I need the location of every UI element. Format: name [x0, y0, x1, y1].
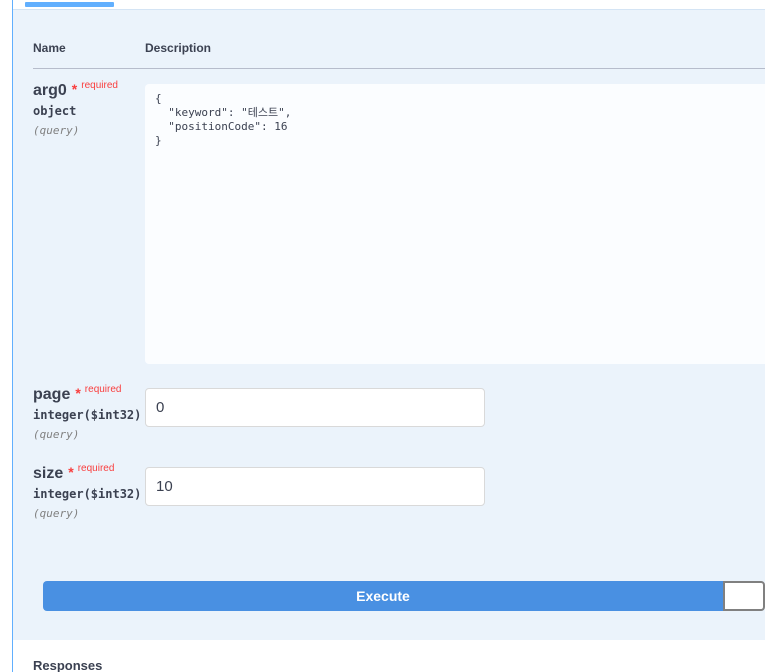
- param-name-label: size: [33, 465, 64, 482]
- arg0-json-textarea[interactable]: { "keyword": "테스트", "positionCode": 16 }: [145, 84, 765, 364]
- page-input[interactable]: [145, 388, 485, 427]
- column-header-name: Name: [33, 41, 66, 55]
- param-type-page: integer($int32): [33, 408, 142, 422]
- responses-section: Responses: [13, 640, 765, 672]
- required-star: *: [75, 385, 81, 401]
- param-name-arg0: arg0 * required: [33, 80, 118, 100]
- param-name-label: page: [33, 386, 71, 403]
- page: Name Description arg0 * required object (q…: [0, 0, 765, 672]
- opblock-body: Name Description arg0 * required object (q…: [13, 0, 765, 640]
- column-header-description: Description: [145, 41, 212, 55]
- param-name-size: size * required: [33, 463, 115, 483]
- param-type-size: integer($int32): [33, 487, 142, 501]
- tab-header: [13, 0, 765, 10]
- param-in-size: (query): [33, 507, 80, 520]
- required-label: required: [77, 463, 115, 474]
- responses-title: Responses: [33, 658, 103, 672]
- required-star: *: [68, 464, 74, 480]
- required-label: required: [84, 384, 122, 395]
- required-star: *: [71, 81, 78, 97]
- param-name-page: page * required: [33, 384, 122, 404]
- tab-parameters-indicator[interactable]: [25, 2, 114, 7]
- param-in-arg0: (query): [33, 124, 80, 137]
- param-name-label: arg0: [33, 82, 67, 99]
- header-divider: [33, 68, 765, 69]
- clear-button[interactable]: [723, 581, 765, 611]
- size-input[interactable]: [145, 467, 485, 506]
- param-in-page: (query): [33, 428, 80, 441]
- execute-button[interactable]: Execute: [43, 581, 723, 611]
- required-label: required: [81, 80, 118, 91]
- param-type-arg0: object: [33, 104, 77, 118]
